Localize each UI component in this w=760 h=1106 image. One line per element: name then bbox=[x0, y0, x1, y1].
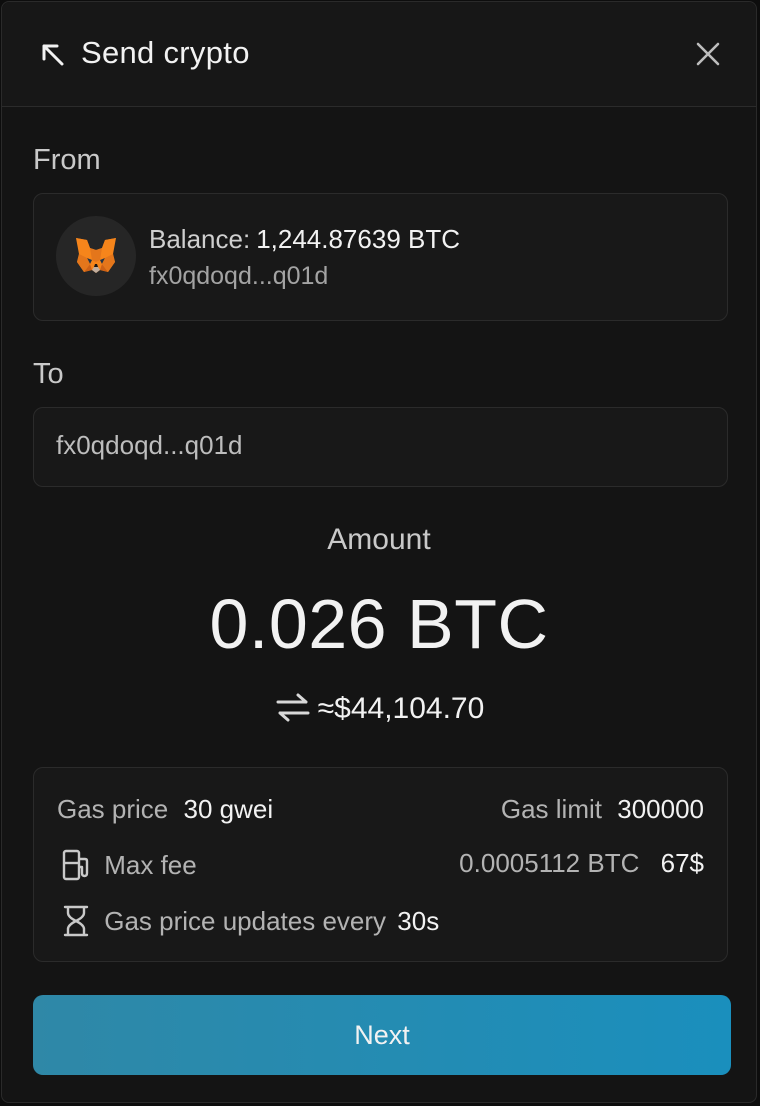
amount-value[interactable]: 0.026 BTC bbox=[2, 584, 756, 664]
max-fee-fiat: 67$ bbox=[660, 848, 704, 878]
metamask-fox-icon bbox=[76, 238, 116, 273]
swap-arrows-icon[interactable] bbox=[274, 692, 312, 722]
gas-limit-row: Gas limit 300000 bbox=[501, 794, 704, 825]
fuel-pump-icon bbox=[62, 849, 89, 881]
max-fee-values: 0.0005112 BTC 67$ bbox=[459, 848, 704, 879]
fiat-equivalent: ≈$44,104.70 bbox=[2, 692, 756, 726]
max-fee-row: Max fee bbox=[61, 848, 197, 881]
gas-update-interval: 30s bbox=[397, 905, 440, 936]
to-address-input[interactable] bbox=[56, 430, 696, 461]
back-arrow-icon[interactable] bbox=[38, 40, 68, 70]
from-account-card[interactable]: Balance: 1,244.87639 BTC fx0qdoqd...q01d bbox=[33, 193, 728, 321]
max-fee-crypto: 0.0005112 BTC bbox=[459, 848, 640, 878]
to-address-field[interactable] bbox=[33, 407, 728, 487]
gas-update-row: Gas price updates every 30s bbox=[61, 904, 439, 938]
gas-limit-value: 300000 bbox=[617, 794, 704, 824]
max-fee-label: Max fee bbox=[104, 849, 197, 880]
gas-update-label: Gas price updates every bbox=[104, 905, 387, 936]
gas-price-value: 30 gwei bbox=[183, 794, 274, 824]
balance-line: Balance: 1,244.87639 BTC bbox=[149, 224, 460, 255]
from-address: fx0qdoqd...q01d bbox=[149, 262, 329, 290]
gas-price-row: Gas price 30 gwei bbox=[57, 794, 273, 825]
gas-limit-label: Gas limit bbox=[500, 794, 602, 824]
to-label: To bbox=[33, 358, 64, 390]
gas-price-label: Gas price bbox=[57, 794, 169, 824]
next-button[interactable]: Next bbox=[33, 995, 731, 1075]
balance-label: Balance: bbox=[149, 224, 251, 254]
fiat-value: ≈$44,104.70 bbox=[317, 692, 485, 725]
send-crypto-dialog: Send crypto From Balance: 1,244.87639 BT… bbox=[1, 1, 757, 1103]
avatar bbox=[56, 216, 136, 296]
balance-value: 1,244.87639 BTC bbox=[256, 224, 460, 254]
close-icon[interactable] bbox=[692, 38, 724, 70]
from-label: From bbox=[33, 144, 101, 176]
dialog-header: Send crypto bbox=[2, 2, 756, 107]
dialog-title: Send crypto bbox=[81, 35, 250, 70]
amount-label: Amount bbox=[327, 523, 431, 556]
hourglass-icon bbox=[63, 905, 89, 937]
gas-info-card: Gas price 30 gwei Gas limit 300000 Max f… bbox=[33, 767, 728, 962]
